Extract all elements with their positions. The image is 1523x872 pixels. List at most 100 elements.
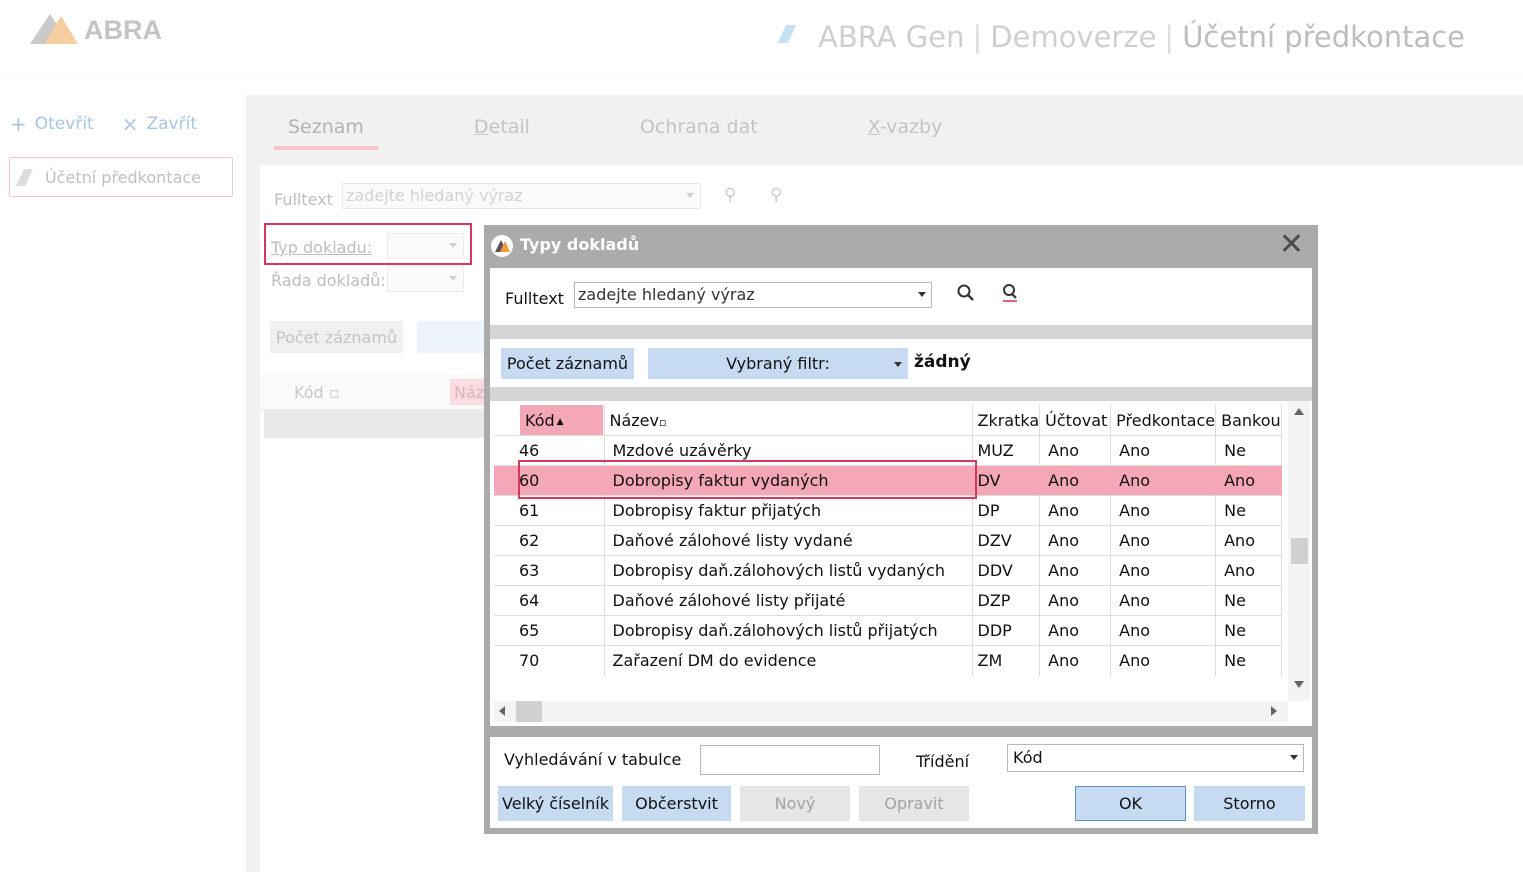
module-stroke-icon [777, 25, 797, 43]
cancel-button[interactable]: Storno [1194, 786, 1305, 821]
document-types-table: Kód ▲ Název▫ Zkratka Účtovat Předkontace … [494, 405, 1283, 676]
horizontal-scrollbar[interactable] [494, 701, 1288, 722]
highlight-frame-typ-dokladu [264, 223, 472, 265]
cell-uctovat: Ano [1039, 585, 1112, 616]
table-header-row: Kód ▲ Název▫ Zkratka Účtovat Předkontace … [494, 405, 1283, 436]
dialog-title: Typy dokladů [520, 235, 640, 254]
fulltext-label: Fulltext [274, 190, 333, 209]
column-header-uctovat[interactable]: Účtovat [1039, 405, 1112, 436]
count-records-button[interactable]: Počet záznamů [270, 321, 403, 353]
cell-predkontace: Ano [1110, 435, 1217, 466]
new-button[interactable]: Nový [740, 786, 850, 821]
column-label: Účtovat [1045, 410, 1108, 430]
side-actions: + Otevřít × Zavřít [10, 112, 197, 136]
cell-zkratka: MUZ [972, 435, 1041, 466]
sort-label: Třídění [916, 752, 970, 771]
open-label: Otevřít [34, 114, 94, 134]
tab-label: Ochrana dat [639, 116, 758, 138]
cell-zkratka: DZV [972, 525, 1041, 556]
search-icon[interactable]: ⚲ [724, 185, 736, 205]
tab-accel: X [867, 116, 880, 138]
vertical-scrollbar[interactable] [1288, 401, 1310, 701]
button-label: Počet záznamů [275, 327, 398, 347]
filter-select-label: Vybraný filtr: [726, 354, 830, 373]
header-divider [0, 72, 1523, 82]
column-header-bankou[interactable]: Bankou [1215, 405, 1283, 436]
filter-select[interactable]: Vybraný filtr: [648, 348, 908, 379]
count-records-button[interactable]: Počet záznamů [501, 348, 634, 379]
sort-select[interactable]: Kód [1007, 744, 1304, 772]
column-header-kod[interactable]: Kód ▲ [494, 405, 605, 436]
table-row[interactable]: 63 Dobropisy daň.zálohových listů vydaný… [494, 555, 1283, 586]
search-clear-icon[interactable] [1000, 283, 1020, 303]
column-label: Kód [294, 383, 324, 402]
ok-button[interactable]: OK [1075, 786, 1186, 821]
table-search-input[interactable] [700, 745, 880, 775]
fulltext-input[interactable]: zadejte hledaný výraz [342, 183, 701, 209]
scrollbar-thumb[interactable] [1291, 538, 1308, 564]
cell-bankou: Ano [1215, 525, 1283, 556]
table-row[interactable]: 46 Mzdové uzávěrky MUZ Ano Ano Ne [494, 435, 1283, 466]
cell-kod: 61 [494, 495, 605, 526]
scrollbar-thumb[interactable] [516, 701, 542, 722]
column-label: Kód [525, 411, 555, 430]
search-icon[interactable] [956, 283, 976, 303]
dialog-titlebar[interactable]: Typy dokladů ✕ [484, 225, 1318, 266]
big-list-button[interactable]: Velký číselník [498, 786, 613, 821]
column-label: Zkratka [977, 410, 1040, 430]
cell-bankou: Ne [1215, 645, 1283, 676]
cell-zkratka: ZM [972, 645, 1041, 676]
cell-kod: 64 [494, 585, 605, 616]
table-row[interactable]: 64 Daňové zálohové listy přijaté DZP Ano… [494, 585, 1283, 616]
tab-label: -vazby [879, 116, 943, 138]
refresh-button[interactable]: Občerstvit [622, 786, 731, 821]
edit-button[interactable]: Opravit [859, 786, 969, 821]
tab-detail[interactable]: Detail [460, 116, 544, 150]
cell-predkontace: Ano [1110, 555, 1217, 586]
button-label: Opravit [884, 794, 944, 813]
cell-kod: 65 [494, 615, 605, 646]
cell-kod: 63 [494, 555, 605, 586]
fulltext-input[interactable]: zadejte hledaný výraz [574, 282, 932, 308]
dialog-search-row: Fulltext zadejte hledaný výraz [490, 268, 1312, 352]
cell-uctovat: Ano [1039, 525, 1112, 556]
close-module-button[interactable]: × Zavřít [122, 112, 197, 136]
open-button[interactable]: + Otevřít [10, 112, 94, 136]
rada-dokladu-select[interactable] [387, 266, 464, 292]
scroll-down-icon[interactable] [1294, 681, 1304, 688]
column-header-nazev[interactable]: Název▫ [604, 405, 973, 436]
table-row-selected[interactable]: 60 Dobropisy faktur vydaných DV Ano Ano … [494, 465, 1283, 496]
cell-uctovat: Ano [1039, 555, 1112, 586]
cell-uctovat: Ano [1039, 615, 1112, 646]
tab-seznam[interactable]: Seznam [274, 116, 378, 150]
cell-nazev: Daňové zálohové listy vydané [604, 525, 973, 556]
cell-uctovat: Ano [1039, 645, 1112, 676]
abra-app-icon [491, 235, 513, 257]
table-row[interactable] [264, 409, 500, 438]
tab-ochrana-dat[interactable]: Ochrana dat [626, 116, 772, 150]
button-label: Občerstvit [635, 794, 718, 813]
title-product: ABRA Gen [818, 20, 965, 54]
column-kod[interactable]: Kód ▫ [294, 383, 340, 402]
cell-predkontace: Ano [1110, 495, 1217, 526]
scroll-right-icon[interactable] [1271, 706, 1277, 716]
column-header-zkratka[interactable]: Zkratka [972, 405, 1041, 436]
cell-nazev: Zařazení DM do evidence [604, 645, 973, 676]
sidebar-item-ucetni-predkontace[interactable]: Účetní předkontace [9, 157, 233, 197]
search-clear-icon[interactable]: ⚲ [770, 185, 782, 205]
cell-uctovat: Ano [1039, 435, 1112, 466]
divider [490, 325, 1312, 339]
table-row[interactable]: 70 Zařazení DM do evidence ZM Ano Ano Ne [494, 645, 1283, 676]
scroll-left-icon[interactable] [499, 706, 505, 716]
column-header-predkontace[interactable]: Předkontace [1110, 405, 1217, 436]
cell-nazev: Dobropisy faktur přijatých [604, 495, 973, 526]
tab-x-vazby[interactable]: X-vazby [854, 116, 957, 150]
table-row[interactable]: 61 Dobropisy faktur přijatých DP Ano Ano… [494, 495, 1283, 526]
table-row[interactable]: 65 Dobropisy daň.zálohových listů přijat… [494, 615, 1283, 646]
tab-bar: Seznam Detail Ochrana dat X-vazby [274, 116, 1038, 150]
scroll-up-icon[interactable] [1294, 408, 1304, 415]
close-icon[interactable]: ✕ [1279, 230, 1304, 260]
column-label: Předkontace [1116, 410, 1216, 430]
logo-text: ABRA [84, 14, 162, 45]
table-row[interactable]: 62 Daňové zálohové listy vydané DZV Ano … [494, 525, 1283, 556]
